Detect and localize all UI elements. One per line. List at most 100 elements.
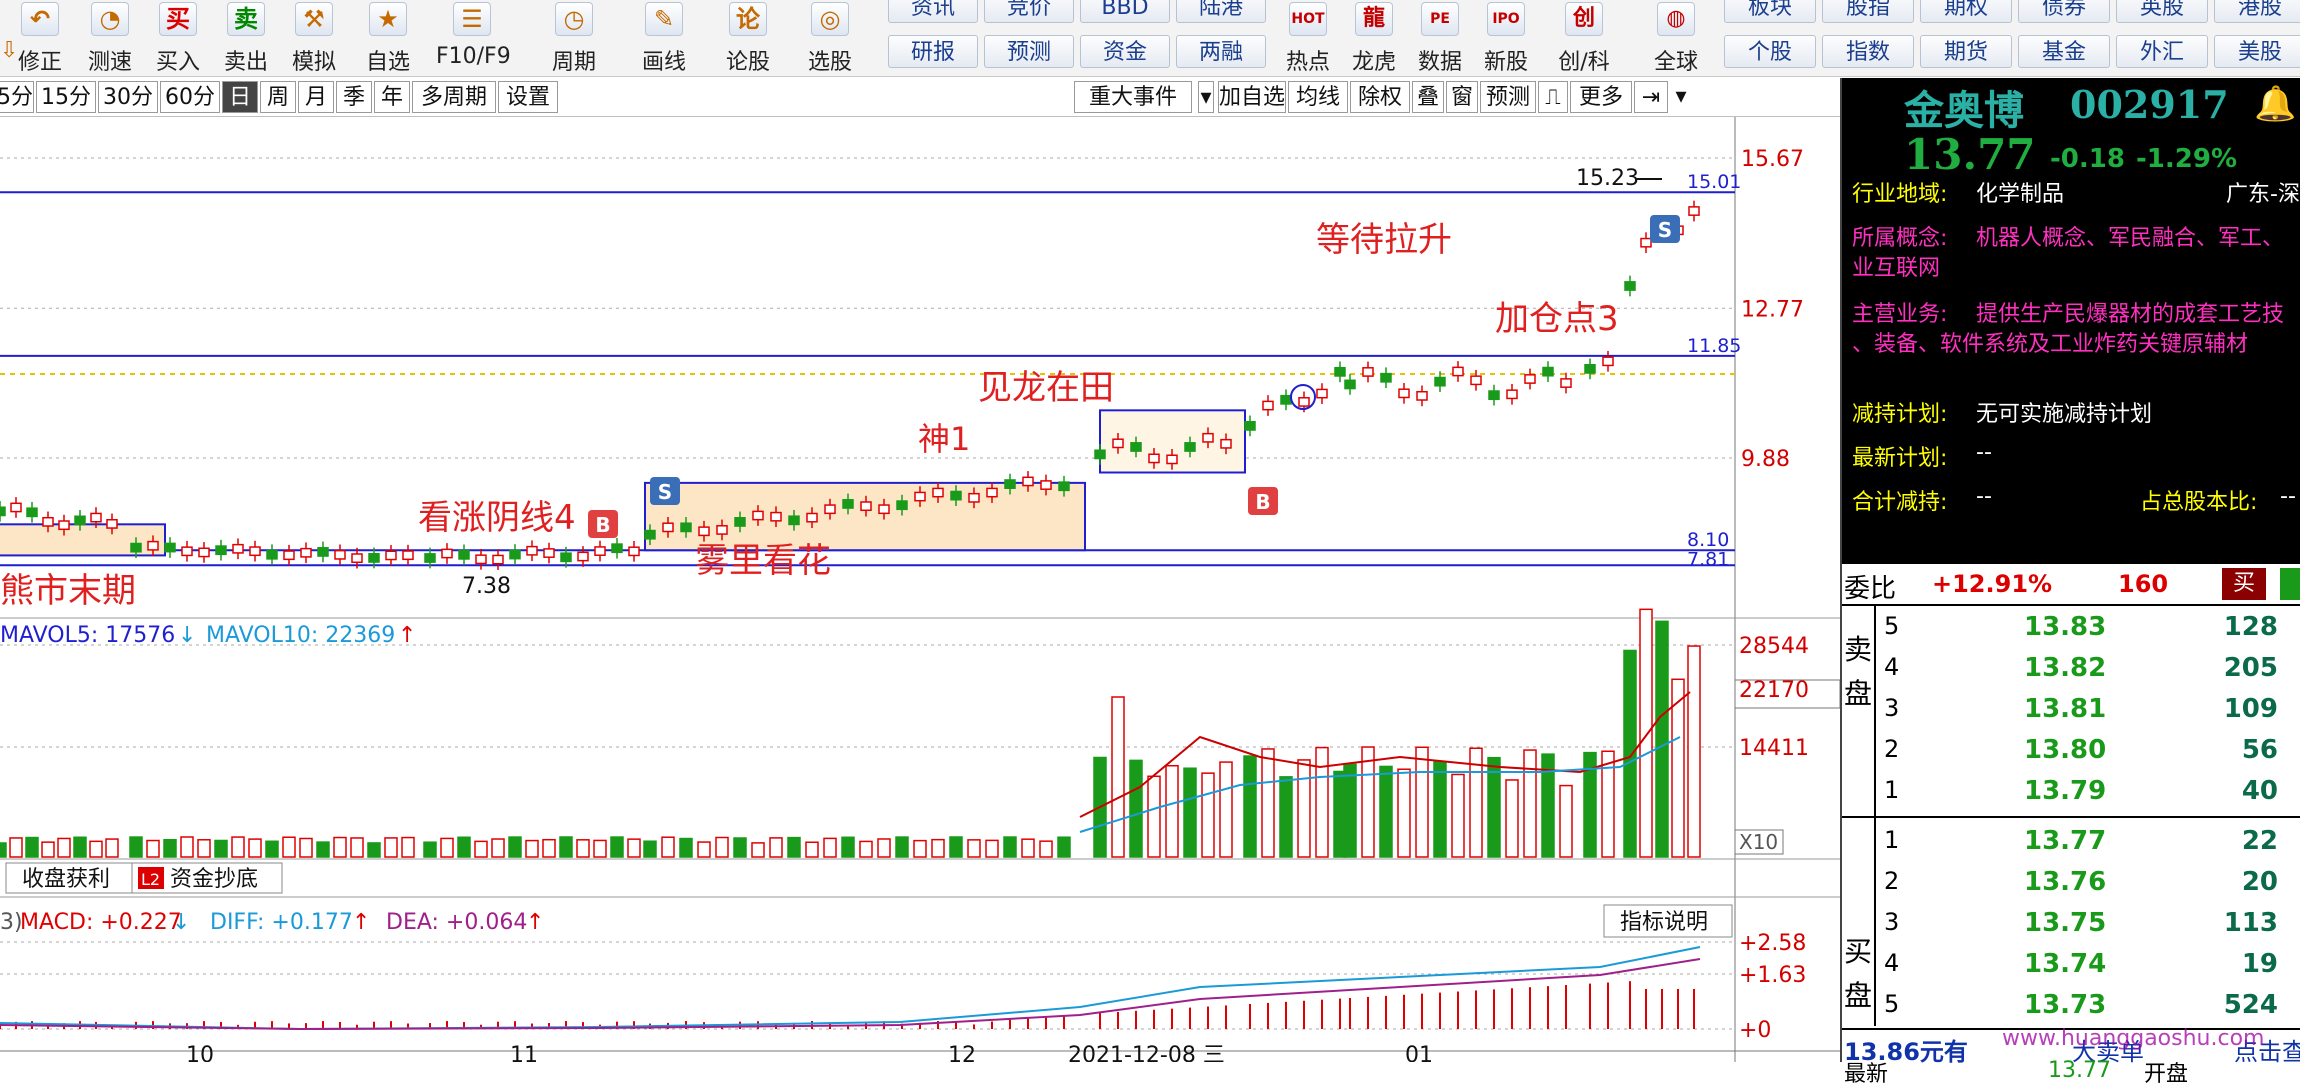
period-tab-5[interactable]: 周 [260, 81, 296, 113]
chart-option-button-7[interactable]: 更多 [1570, 81, 1632, 113]
toolbar-ipo-button[interactable]: IPO 新股 [1470, 0, 1542, 76]
volume-bar [146, 839, 160, 858]
candle-body [147, 540, 159, 551]
sell-button[interactable] [2280, 568, 2300, 600]
toolbar-f10-button[interactable]: ☰ F10/F9 [436, 0, 511, 76]
period-tab-3[interactable]: 60分 [160, 81, 220, 113]
period-tab-2[interactable]: 30分 [98, 81, 158, 113]
grid-button-row2[interactable]: 两融 [1176, 35, 1266, 68]
asks-row[interactable]: 3 13.81 109 [1842, 690, 2300, 730]
buy-button[interactable]: 买 [2222, 568, 2266, 600]
toolbar-gavel-button[interactable]: ⚒ 模拟 [278, 0, 350, 76]
period-tab-10[interactable]: 设置 [498, 81, 558, 113]
market-button-row1[interactable]: 债券 [2018, 0, 2110, 23]
period-tab-0[interactable]: 5分 [0, 81, 34, 113]
grid-button-row1[interactable]: BBD [1080, 0, 1170, 23]
indicator-tab-1[interactable]: L2 资金抄底 [131, 862, 283, 894]
toolbar-buy-button[interactable]: 买买入 [142, 0, 214, 76]
asks-row[interactable]: 5 13.83 128 [1842, 608, 2300, 648]
volume-bar [769, 837, 783, 858]
info-value: -- [1976, 484, 1992, 509]
level-volume: 19 [2241, 949, 2278, 979]
level-volume: 109 [2223, 694, 2278, 724]
candle-body [1602, 356, 1614, 367]
toolbar-globe-button[interactable]: ◍ 全球 [1640, 0, 1712, 76]
market-button-row2[interactable]: 美股 [2214, 35, 2300, 68]
period-tab-7[interactable]: 季 [336, 81, 372, 113]
grid-button-row2[interactable]: 研报 [888, 35, 978, 68]
period-tab-8[interactable]: 年 [374, 81, 410, 113]
chart-option-button-2[interactable]: 均线 [1288, 81, 1348, 113]
grid-button-row2[interactable]: 资金 [1080, 35, 1170, 68]
toolbar-clock-button[interactable]: ◷ 周期 [538, 0, 610, 76]
toolbar-chuang-button[interactable]: 创创/科 [1548, 0, 1620, 76]
toolbar-hot-button[interactable]: HOT 热点 [1272, 0, 1344, 76]
chart-option-button-3[interactable]: 除权 [1350, 81, 1410, 113]
volume-bar [679, 837, 693, 858]
bell-icon[interactable]: 🔔 [2254, 84, 2296, 124]
period-tab-4[interactable]: 日 [222, 81, 258, 113]
volume-bar [643, 840, 657, 858]
chart-option-button-0[interactable]: 重大事件 [1074, 81, 1192, 113]
volume-bar [457, 836, 471, 858]
chart-option-button-1[interactable]: 加自选 [1218, 81, 1286, 113]
toolbar-sell-button[interactable]: 卖卖出 [210, 0, 282, 76]
asks-row[interactable]: 4 13.82 205 [1842, 649, 2300, 689]
bids-row[interactable]: 1 13.77 22 [1842, 822, 2300, 862]
dragon-icon: 龍 [1355, 2, 1393, 36]
info-continued: 、装备、软件系统及工业炸药关键原辅材 [1852, 332, 2249, 357]
bids-row[interactable]: 5 13.73 524 [1842, 986, 2300, 1026]
candle-body [1022, 476, 1034, 487]
signal-marker-text: B [595, 513, 610, 537]
toolbar-stock-picker-button[interactable]: ◎ 选股 [794, 0, 866, 76]
grid-button-row1[interactable]: 竞价 [984, 0, 1074, 23]
grid-button-row2[interactable]: 预测 [984, 35, 1074, 68]
candle-body [680, 522, 692, 533]
grid-button-row1[interactable]: 资讯 [888, 0, 978, 23]
volume-bar [491, 838, 505, 858]
info-value: 无可实施减持计划 [1976, 402, 2153, 427]
bids-row[interactable]: 4 13.74 19 [1842, 945, 2300, 985]
kline-chart-area[interactable]: 15.6712.779.8815.0111.858.107.81熊市末期看涨阴线… [0, 117, 1840, 1062]
chevron-down-icon[interactable]: ▾ [1198, 81, 1214, 113]
collapse-right-icon[interactable]: ⇥ [1634, 81, 1668, 113]
market-button-row1[interactable]: 港股 [2214, 0, 2300, 23]
asks-row[interactable]: 2 13.80 56 [1842, 731, 2300, 771]
volume-bar [1183, 767, 1197, 858]
market-button-row1[interactable]: 英股 [2116, 0, 2208, 23]
period-tab-6[interactable]: 月 [298, 81, 334, 113]
chart-option-button-6[interactable]: 预测 [1480, 81, 1536, 113]
level-line-label: 7.81 [1687, 548, 1729, 570]
asks-row[interactable]: 1 13.79 40 [1842, 772, 2300, 812]
market-button-row2[interactable]: 期货 [1920, 35, 2012, 68]
market-button-row2[interactable]: 指数 [1822, 35, 1914, 68]
market-button-row1[interactable]: 期权 [1920, 0, 2012, 23]
level-volume: 22 [2241, 826, 2278, 856]
period-tab-1[interactable]: 15分 [36, 81, 96, 113]
toolbar-forum-button[interactable]: 论论股 [712, 0, 784, 76]
market-button-row2[interactable]: 外汇 [2116, 35, 2208, 68]
bids-row[interactable]: 3 13.75 113 [1842, 904, 2300, 944]
chart-option-button-5[interactable]: 窗 [1446, 81, 1478, 113]
grid-button-row1[interactable]: 陆港 [1176, 0, 1266, 23]
indicator-tab-0[interactable]: 收盘获利 [5, 862, 137, 894]
volume-bar [333, 836, 347, 858]
chart-option-button-4[interactable]: 叠 [1412, 81, 1444, 113]
candle-body [1262, 400, 1274, 411]
market-button-row2[interactable]: 个股 [1724, 35, 1816, 68]
period-tab-9[interactable]: 多周期 [412, 81, 496, 113]
toolbar-star-button[interactable]: ★ 自选 [352, 0, 424, 76]
toolbar-dragon-button[interactable]: 龍龙虎 [1338, 0, 1410, 76]
market-button-row1[interactable]: 股指 [1822, 0, 1914, 23]
bids-row[interactable]: 2 13.76 20 [1842, 863, 2300, 903]
toolbar-pe-button[interactable]: PE 数据 [1404, 0, 1476, 76]
chevron-down-icon[interactable]: ▾ [1670, 81, 1692, 113]
volume-bar [985, 839, 999, 858]
market-button-row2[interactable]: 基金 [2018, 35, 2110, 68]
toolbar-pen-button[interactable]: ✎ 画线 [628, 0, 700, 76]
date-axis-label: 01 [1405, 1043, 1433, 1062]
lock-icon[interactable]: ⎍ [1538, 81, 1568, 113]
market-button-row1[interactable]: 板块 [1724, 0, 1816, 23]
toolbar-stopwatch-button[interactable]: ◔ 测速 [74, 0, 146, 76]
sidebar-toggle-icon[interactable]: ⇩ [0, 38, 18, 63]
